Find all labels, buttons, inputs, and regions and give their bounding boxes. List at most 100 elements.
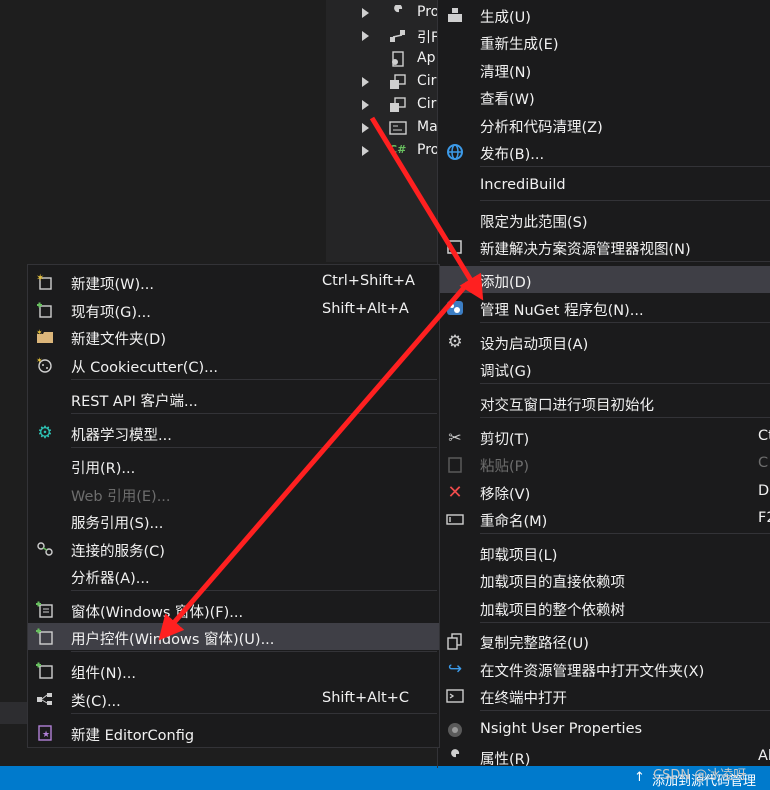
submenu-item-form[interactable]: 窗体(Windows 窗体)(F)... — [28, 596, 439, 623]
menu-item-label: REST API 客户端... — [71, 394, 198, 410]
menu-separator — [480, 533, 770, 534]
menu-item-remove[interactable]: ✕ 移除(V) De — [438, 478, 770, 505]
tree-node-label: Ap — [417, 50, 436, 66]
menu-item-copy-path[interactable]: 复制完整路径(U) — [438, 627, 770, 654]
folder-icon: ✶ — [36, 328, 54, 346]
menu-item-nuget[interactable]: 管理 NuGet 程序包(N)... — [438, 294, 770, 321]
menu-item-label: Web 引用(E)... — [71, 489, 171, 505]
tree-node[interactable]: 引F — [326, 25, 439, 48]
menu-item-startup[interactable]: ⚙ 设为启动项目(A) — [438, 328, 770, 355]
expand-chevron-icon[interactable] — [362, 8, 369, 18]
nsight-icon — [446, 721, 464, 739]
menu-separator — [480, 383, 770, 384]
submenu-item-new-item[interactable]: ✶ 新建项(W)... Ctrl+Shift+A — [28, 268, 439, 295]
new-view-icon — [446, 238, 464, 256]
submenu-item-cookiecutter[interactable]: ✶ 从 Cookiecutter(C)... — [28, 351, 439, 378]
menu-item-load-direct[interactable]: 加载项目的直接依赖项 — [438, 566, 770, 593]
menu-item-label: 加载项目的直接依赖项 — [480, 575, 625, 591]
tree-node[interactable]: Ma — [326, 117, 438, 140]
menu-item-build[interactable]: 生成(U) — [438, 1, 770, 28]
expand-chevron-icon[interactable] — [362, 146, 369, 156]
menu-item-rename[interactable]: 重命名(M) F2 — [438, 505, 770, 532]
menu-item-label: 组件(N)... — [71, 666, 136, 682]
submenu-item-connected-service[interactable]: 连接的服务(C) — [28, 535, 439, 562]
menu-item-label: 新建 EditorConfig — [71, 728, 195, 744]
menu-item-label: 新建文件夹(D) — [71, 332, 166, 348]
wrench-icon — [389, 4, 407, 21]
tree-node[interactable]: Pro — [326, 2, 440, 25]
submenu-item-service-reference[interactable]: 服务引用(S)... — [28, 507, 439, 534]
existing-item-icon — [36, 301, 54, 319]
menu-item-label: 设为启动项目(A) — [480, 337, 589, 353]
submenu-item-component[interactable]: 组件(N)... — [28, 657, 439, 684]
menu-item-label: 新建解决方案资源管理器视图(N) — [480, 242, 691, 258]
menu-item-cut[interactable]: ✂ 剪切(T) Ct — [438, 423, 770, 450]
menu-item-rebuild[interactable]: 重新生成(E) — [438, 28, 770, 55]
menu-item-label: 清理(N) — [480, 65, 532, 81]
menu-item-shortcut: C — [758, 455, 769, 471]
tree-node[interactable]: Cir — [326, 71, 438, 94]
form-icon — [389, 97, 407, 113]
menu-item-label: 连接的服务(C) — [71, 544, 165, 560]
redo-arrow-icon: ↪ — [447, 659, 463, 679]
tree-node[interactable]: Ap — [326, 48, 438, 71]
rename-icon — [446, 510, 464, 528]
globe-publish-icon — [446, 143, 464, 161]
menu-item-label: 发布(B)... — [480, 147, 545, 163]
submenu-item-existing-item[interactable]: 现有项(G)... Shift+Alt+A — [28, 296, 439, 323]
submenu-item-user-control[interactable]: 用户控件(Windows 窗体)(U)... — [28, 623, 439, 650]
menu-item-unload[interactable]: 卸载项目(L) — [438, 539, 770, 566]
submenu-item-new-folder[interactable]: ✶ 新建文件夹(D) — [28, 323, 439, 350]
menu-item-scope[interactable]: 限定为此范围(S) — [438, 206, 770, 233]
menu-item-label: 加载项目的整个依赖树 — [480, 603, 625, 619]
submenu-item-class[interactable]: 类(C)... Shift+Alt+C — [28, 685, 439, 712]
menu-item-clean[interactable]: 清理(N) — [438, 56, 770, 83]
menu-item-label: 服务引用(S)... — [71, 516, 164, 532]
menu-item-label: 对交互窗口进行项目初始化 — [480, 398, 654, 414]
svg-text:✶: ✶ — [36, 328, 43, 337]
menu-item-open-terminal[interactable]: 在终端中打开 — [438, 682, 770, 709]
menu-separator — [71, 379, 437, 380]
menu-item-incredibuild[interactable]: IncrediBuild — [438, 172, 770, 199]
submenu-item-ml-model[interactable]: ⚙ 机器学习模型... — [28, 419, 439, 446]
submenu-item-editorconfig[interactable]: ★ 新建 EditorConfig — [28, 719, 439, 746]
menu-item-load-tree[interactable]: 加载项目的整个依赖树 — [438, 594, 770, 621]
menu-item-shortcut: F2 — [758, 510, 770, 526]
menu-item-view[interactable]: 查看(W) — [438, 83, 770, 110]
menu-item-open-folder[interactable]: ↪ 在文件资源管理器中打开文件夹(X) — [438, 655, 770, 682]
menu-separator — [480, 710, 770, 711]
menu-item-label: 重命名(M) — [480, 514, 548, 530]
menu-item-label: 限定为此范围(S) — [480, 215, 588, 231]
submenu-item-analyzer[interactable]: 分析器(A)... — [28, 562, 439, 589]
menu-item-label: 剪切(T) — [480, 432, 530, 448]
menu-item-publish[interactable]: 发布(B)... — [438, 138, 770, 165]
tree-node-label: Ma — [417, 119, 438, 135]
menu-item-add[interactable]: 添加(D) — [438, 266, 770, 293]
menu-item-label: 在文件资源管理器中打开文件夹(X) — [480, 664, 705, 680]
submenu-item-rest-api[interactable]: REST API 客户端... — [28, 385, 439, 412]
menu-separator — [71, 713, 437, 714]
tree-node-label: Pro — [417, 4, 440, 20]
menu-item-debug[interactable]: 调试(G) — [438, 355, 770, 382]
menu-item-label: 卸载项目(L) — [480, 548, 558, 564]
menu-item-nsight[interactable]: Nsight User Properties — [438, 716, 770, 743]
menu-item-new-view[interactable]: 新建解决方案资源管理器视图(N) — [438, 233, 770, 260]
wrench-icon — [446, 748, 464, 766]
menu-item-label: 分析和代码清理(Z) — [480, 120, 603, 136]
scissors-icon: ✂ — [448, 427, 462, 447]
build-icon — [446, 6, 464, 24]
expand-chevron-icon[interactable] — [362, 123, 369, 133]
menu-item-analyze[interactable]: 分析和代码清理(Z) — [438, 111, 770, 138]
submenu-item-reference[interactable]: 引用(R)... — [28, 452, 439, 479]
expand-chevron-icon[interactable] — [362, 100, 369, 110]
menu-item-interactive[interactable]: 对交互窗口进行项目初始化 — [438, 389, 770, 416]
tree-node[interactable]: Cir — [326, 94, 438, 117]
expand-chevron-icon[interactable] — [362, 77, 369, 87]
expand-chevron-icon[interactable] — [362, 31, 369, 41]
tree-node[interactable]: C# Pro — [326, 140, 439, 163]
menu-separator — [480, 261, 770, 262]
menu-item-label: 添加(D) — [480, 275, 532, 291]
menu-item-paste[interactable]: 粘贴(P) C — [438, 450, 770, 477]
submenu-item-web-reference[interactable]: Web 引用(E)... — [28, 480, 439, 507]
form-icon — [36, 601, 54, 619]
